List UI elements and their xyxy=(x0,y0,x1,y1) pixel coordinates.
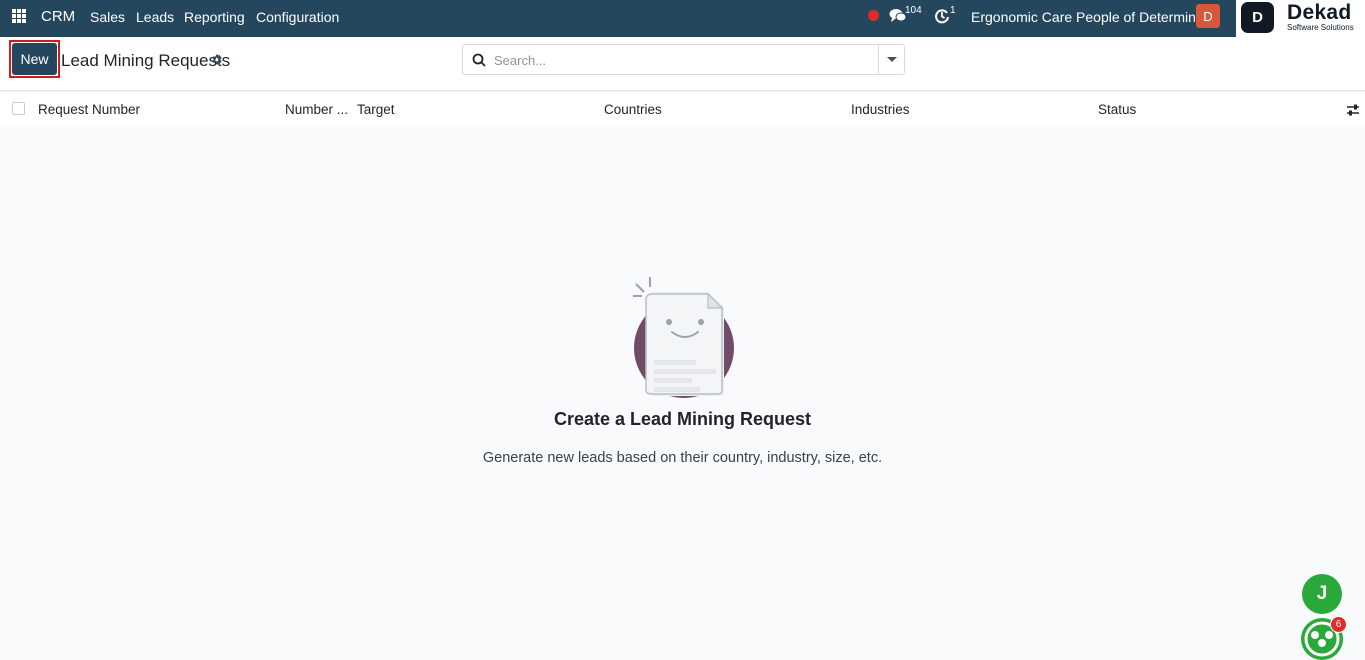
search-input[interactable] xyxy=(494,49,874,71)
page-title: Lead Mining Requests xyxy=(61,51,231,70)
menu-reporting[interactable]: Reporting xyxy=(184,9,245,25)
column-status[interactable]: Status xyxy=(1098,102,1136,117)
top-navbar: CRM Sales Leads Reporting Configuration … xyxy=(0,0,1365,37)
gear-icon[interactable] xyxy=(210,53,223,71)
chat-notification-badge: 6 xyxy=(1330,616,1347,633)
empty-state-title: Create a Lead Mining Request xyxy=(553,409,812,429)
activity-count-badge: 1 xyxy=(950,5,956,16)
column-industries[interactable]: Industries xyxy=(851,102,910,117)
column-number[interactable]: Number ... xyxy=(285,102,348,117)
search-icon xyxy=(472,53,486,72)
logo-subtitle: Software Solutions xyxy=(1287,23,1354,32)
user-avatar[interactable]: D xyxy=(1196,4,1220,28)
search-bar xyxy=(462,44,905,75)
logo-title: Dekad xyxy=(1287,1,1352,24)
select-all-checkbox[interactable] xyxy=(12,102,25,115)
empty-document-illustration xyxy=(628,274,740,407)
apps-grid-icon[interactable] xyxy=(12,9,26,23)
search-options-toggle[interactable] xyxy=(887,57,897,62)
recording-indicator[interactable] xyxy=(868,10,879,21)
list-header: Request Number Number ... Target Countri… xyxy=(0,92,1365,127)
empty-state-description: Generate new leads based on their countr… xyxy=(482,450,883,466)
control-panel: New Lead Mining Requests xyxy=(0,37,1365,91)
company-logo: D Dekad Software Solutions xyxy=(1236,0,1365,37)
chat-count-badge: 104 xyxy=(905,5,922,16)
company-switcher[interactable]: Ergonomic Care People of Determina... xyxy=(971,9,1215,25)
column-target[interactable]: Target xyxy=(357,102,395,117)
column-request-number[interactable]: Request Number xyxy=(38,102,140,117)
floating-user-button[interactable]: J xyxy=(1302,574,1342,614)
menu-leads[interactable]: Leads xyxy=(136,9,174,25)
menu-sales[interactable]: Sales xyxy=(90,9,125,25)
activity-clock-icon[interactable] xyxy=(934,8,950,27)
column-countries[interactable]: Countries xyxy=(604,102,662,117)
search-divider xyxy=(878,45,879,74)
app-name[interactable]: CRM xyxy=(41,8,75,25)
optional-columns-icon[interactable] xyxy=(1346,103,1360,122)
menu-configuration[interactable]: Configuration xyxy=(256,9,339,25)
new-button[interactable]: New xyxy=(12,43,57,75)
logo-mark: D xyxy=(1241,2,1274,33)
